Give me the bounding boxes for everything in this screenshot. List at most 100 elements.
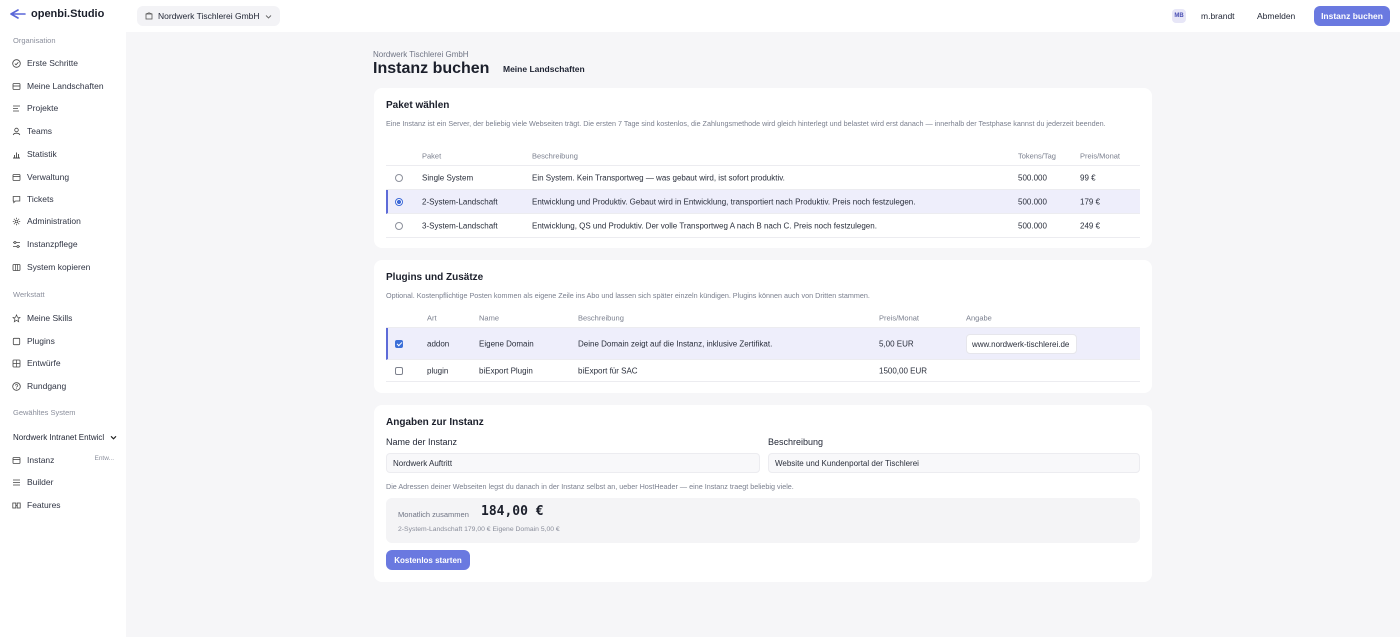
system-select[interactable]: Nordwerk Intranet Entwicl — [6, 429, 122, 445]
sidebar-item-label: Administration — [27, 216, 81, 226]
sidebar-item-label: Projekte — [27, 103, 59, 113]
org-select-label: Nordwerk Tischlerei GmbH — [158, 11, 260, 21]
gear-icon — [12, 217, 21, 225]
plugin-price: 5,00 EUR — [879, 339, 914, 348]
table-row[interactable]: plugin biExport Plugin biExport für SAC … — [386, 360, 1140, 382]
tab-meine-landschaften[interactable]: Meine Landschaften — [503, 64, 585, 74]
bar-chart-icon — [13, 152, 20, 158]
paket-description: Ein System. Kein Transportweg — was geba… — [532, 173, 785, 182]
column-header-tokens: Tokens/Tag — [1018, 151, 1056, 160]
sidebar-item-label: Meine Landschaften — [27, 81, 104, 91]
sidebar-item-builder[interactable]: Builder — [12, 477, 122, 487]
sidebar-item-entwuerfe[interactable]: Entwürfe — [12, 358, 122, 368]
sidebar: Organisation Erste Schritte Meine Landsc… — [0, 32, 126, 637]
sidebar-item-label: Instanzpflege — [27, 239, 78, 249]
plugin-name: Eigene Domain — [479, 339, 534, 348]
sidebar-item-meine-landschaften[interactable]: Meine Landschaften — [12, 81, 122, 91]
instance-name-input[interactable]: Nordwerk Auftritt — [386, 453, 760, 473]
question-circle-icon — [12, 381, 21, 391]
paket-radio-3-system[interactable] — [395, 221, 403, 230]
chevron-down-icon — [110, 435, 117, 440]
table-row[interactable]: 2-System-Landschaft Entwicklung und Prod… — [386, 190, 1140, 214]
sidebar-item-projekte[interactable]: Projekte — [12, 103, 122, 113]
plugin-description: biExport für SAC — [578, 366, 638, 375]
sidebar-item-tickets[interactable]: Tickets — [12, 194, 122, 204]
breadcrumb[interactable]: Nordwerk Tischlerei GmbH — [373, 50, 469, 59]
sidebar-item-system-kopieren[interactable]: System kopieren — [12, 262, 122, 272]
sidebar-section-werkstatt: Werkstatt — [13, 290, 45, 299]
paket-name: 3-System-Landschaft — [422, 221, 498, 230]
layers-icon — [12, 82, 21, 90]
paket-radio-2-system[interactable] — [395, 197, 403, 206]
plugins-card: Plugins und Zusätze Optional. Kostenpfli… — [374, 260, 1152, 393]
plugin-art: plugin — [427, 366, 449, 375]
chat-icon — [12, 195, 21, 204]
column-header-beschreibung: Beschreibung — [578, 313, 624, 322]
sidebar-item-label: Teams — [27, 126, 53, 136]
logout-link[interactable]: Abmelden — [1257, 11, 1295, 21]
org-select[interactable]: Nordwerk Tischlerei GmbH — [137, 6, 280, 26]
paket-card: Paket wählen Eine Instanz ist ein Server… — [374, 88, 1152, 248]
plugin-price: 1500,00 EUR — [879, 366, 928, 375]
sidebar-item-plugins[interactable]: Plugins — [12, 336, 122, 346]
sidebar-item-label: Builder — [27, 477, 54, 487]
window-icon — [12, 173, 21, 181]
top-bar: openbi.Studio Nordwerk Tischlerei GmbH M… — [0, 0, 1400, 32]
sidebar-item-meine-skills[interactable]: Meine Skills — [12, 313, 122, 323]
sidebar-item-statistik[interactable]: Statistik — [12, 149, 122, 159]
sidebar-item-erste-schritte[interactable]: Erste Schritte — [12, 58, 122, 68]
instanz-hint: Die Adressen deiner Webseiten legst du d… — [386, 482, 794, 491]
avatar[interactable]: MB — [1172, 9, 1186, 23]
sidebar-item-features[interactable]: Features — [12, 500, 122, 510]
sidebar-item-instanzpflege[interactable]: Instanzpflege — [12, 239, 122, 249]
sidebar-item-label: Verwaltung — [27, 172, 70, 182]
column-header-preis: Preis/Monat — [879, 313, 920, 322]
summary-lines: 2-System-Landschaft 179,00 € Eigene Doma… — [398, 526, 560, 533]
sidebar-item-label: Statistik — [27, 149, 57, 159]
grid-icon — [12, 359, 21, 367]
sidebar-item-rundgang[interactable]: Rundgang — [12, 381, 122, 391]
summary-total: 184,00 € — [481, 504, 544, 519]
start-free-button[interactable]: Kostenlos starten — [386, 550, 470, 570]
paket-tokens: 500.000 — [1018, 197, 1047, 206]
building-icon — [145, 12, 153, 20]
app-name: openbi.Studio — [31, 8, 105, 20]
username[interactable]: m.brandt — [1201, 11, 1235, 21]
plugin-checkbox-eigene-domain[interactable] — [395, 339, 403, 348]
chevron-down-icon — [265, 14, 271, 19]
page-title: Instanz buchen — [373, 60, 490, 77]
sidebar-item-verwaltung[interactable]: Verwaltung — [12, 172, 122, 182]
sidebar-item-label: Erste Schritte — [27, 58, 79, 68]
logo-icon — [10, 9, 26, 19]
column-header-preis: Preis/Monat — [1080, 151, 1121, 160]
domain-input[interactable]: www.nordwerk-tischlerei.de — [966, 334, 1077, 354]
paket-radio-single[interactable] — [395, 173, 403, 182]
system-select-label: Nordwerk Intranet Entwicl — [13, 432, 105, 442]
table-row[interactable]: 3-System-Landschaft Entwicklung, QS und … — [386, 214, 1140, 238]
column-header-beschreibung: Beschreibung — [532, 151, 578, 160]
sidebar-item-label: Plugins — [27, 336, 55, 346]
paket-name: 2-System-Landschaft — [422, 197, 498, 206]
column-header-name: Name — [479, 313, 500, 322]
instance-description-input[interactable]: Website und Kundenportal der Tischlerei — [768, 453, 1140, 473]
book-instance-button[interactable]: Instanz buchen — [1314, 6, 1390, 26]
sidebar-item-label: Tickets — [27, 194, 54, 204]
column-header-angabe: Angabe — [966, 313, 992, 322]
sidebar-item-teams[interactable]: Teams — [12, 126, 122, 136]
sidebar-item-label: Meine Skills — [27, 313, 73, 323]
app-logo[interactable]: openbi.Studio — [10, 8, 104, 20]
plugin-description: Deine Domain zeigt auf die Instanz, inkl… — [578, 339, 773, 348]
price-summary: Monatlich zusammen 184,00 € 2-System-Lan… — [386, 498, 1140, 543]
copy-icon — [12, 263, 21, 271]
sidebar-item-administration[interactable]: Administration — [12, 216, 122, 226]
table-row[interactable]: Single System Ein System. Kein Transport… — [386, 166, 1140, 190]
paket-tokens: 500.000 — [1018, 173, 1047, 182]
sliders-icon — [13, 240, 20, 248]
paket-price: 249 € — [1080, 221, 1101, 230]
sidebar-section-organisation: Organisation — [13, 36, 56, 45]
table-row[interactable]: addon Eigene Domain Deine Domain zeigt a… — [386, 328, 1140, 360]
user-icon — [12, 127, 21, 135]
features-icon — [12, 502, 21, 508]
plugin-checkbox-biexport[interactable] — [395, 366, 403, 375]
sidebar-section-system: Gewähltes System — [13, 408, 76, 417]
